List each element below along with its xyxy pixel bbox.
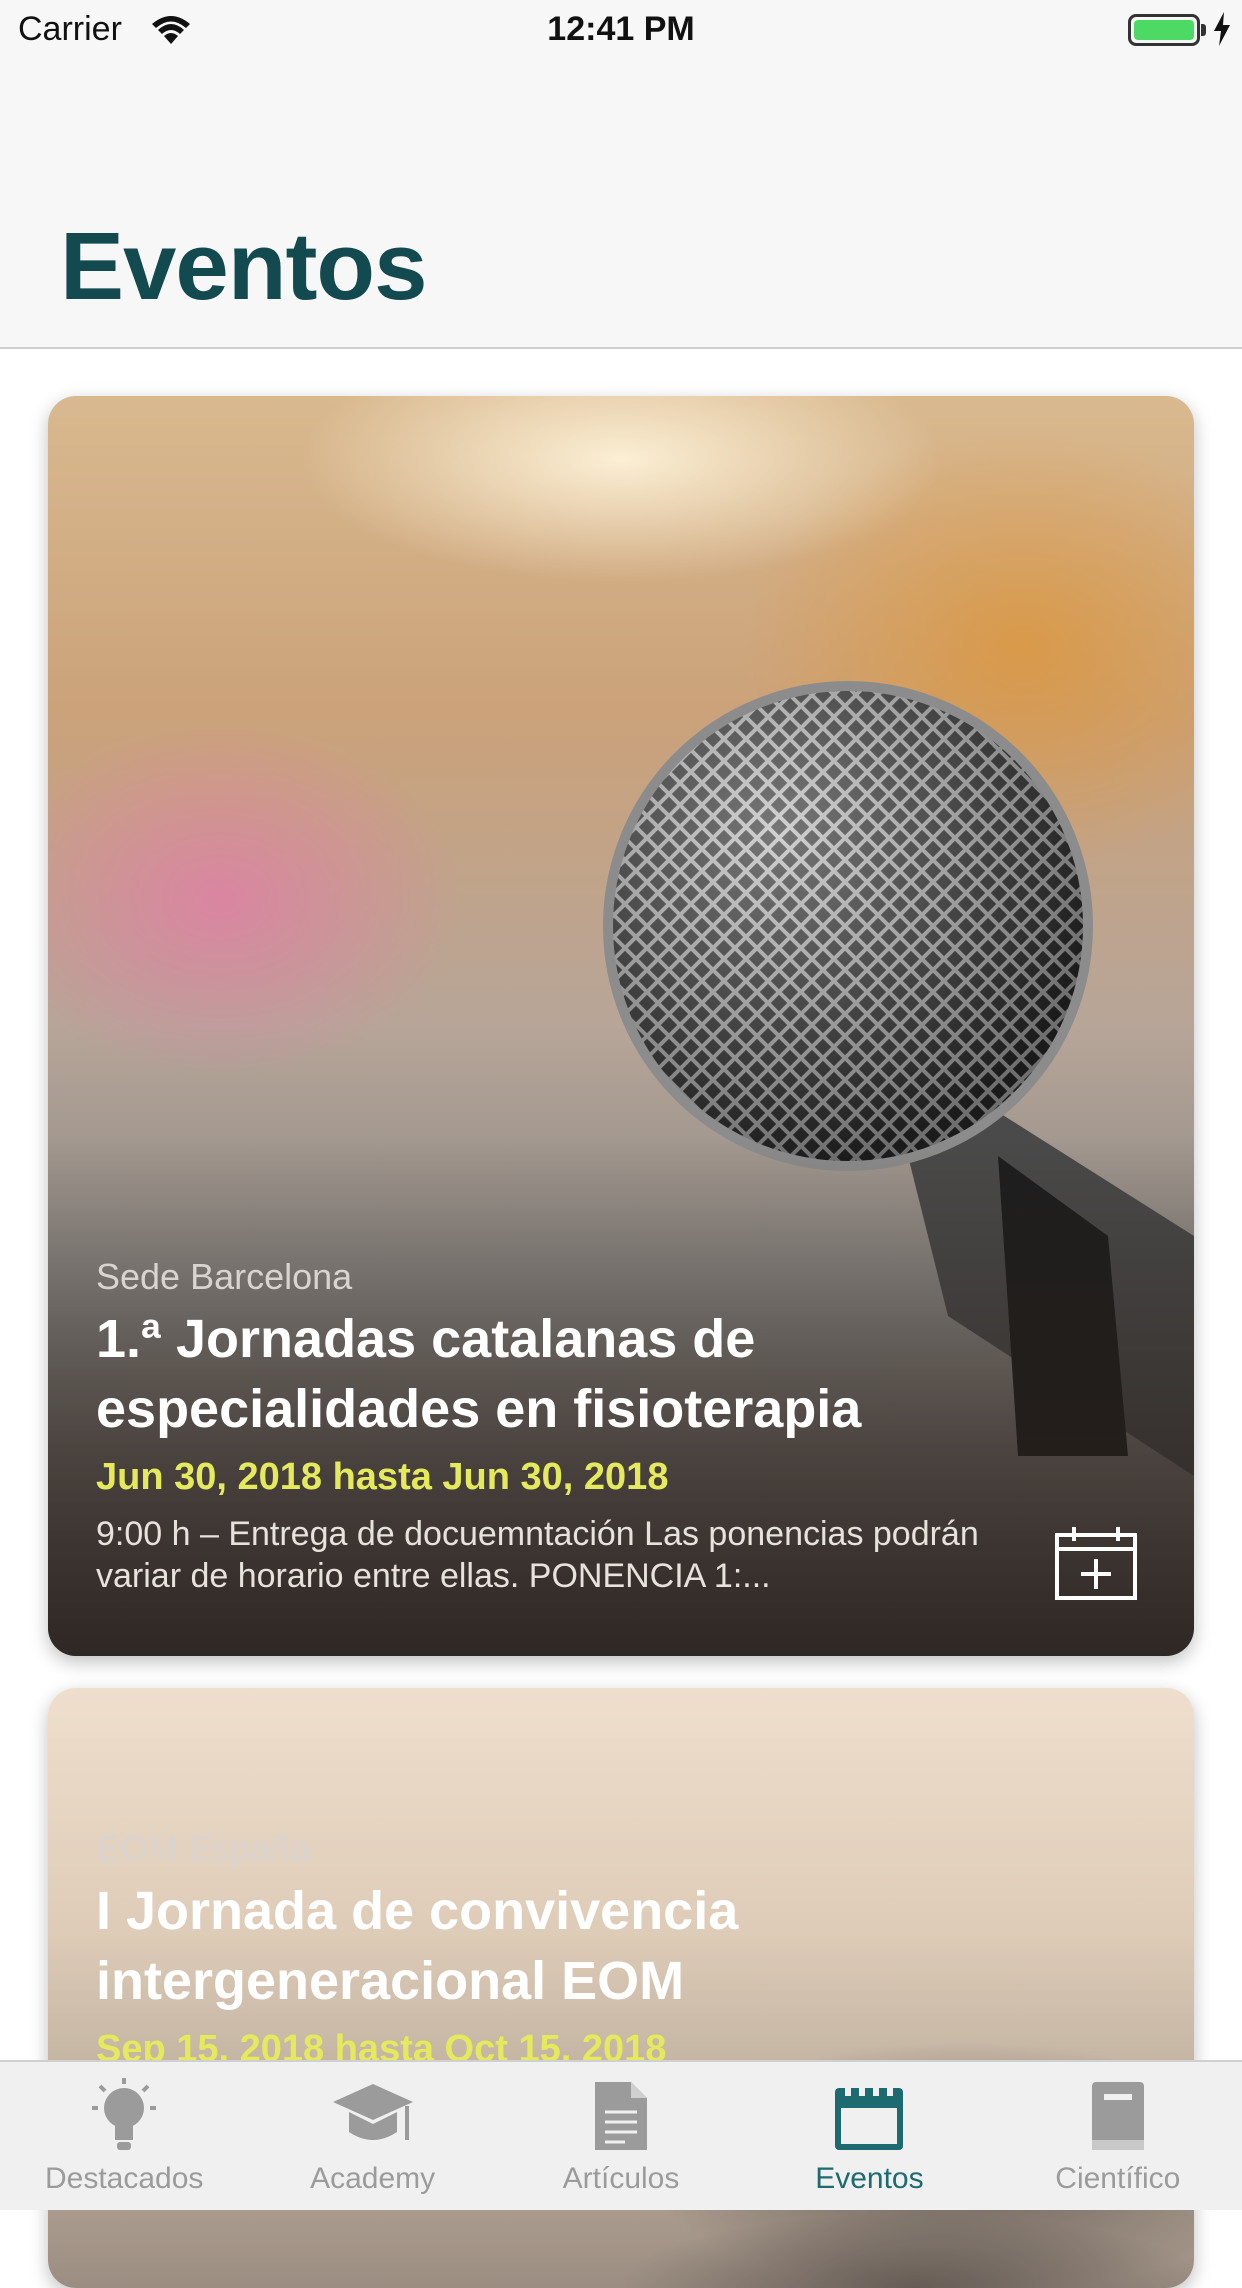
battery-tip: [1201, 24, 1206, 36]
event-card[interactable]: Sede Barcelona 1.ª Jornadas catalanas de…: [48, 396, 1194, 1656]
status-bar: Carrier 12:41 PM: [0, 0, 1242, 62]
page-title: Eventos: [60, 213, 427, 320]
graduation-cap-icon: [332, 2084, 413, 2140]
tab-label: Artículos: [562, 2162, 680, 2195]
event-title: I Jornada de convivencia intergeneracion…: [96, 1881, 739, 2011]
tab-bar: Destacados Academy Artículos Eventos Cie…: [0, 2060, 1242, 2210]
navigation-header: Eventos: [0, 62, 1242, 349]
calendar-icon: [835, 2080, 904, 2150]
tab-academy[interactable]: Academy: [248, 2062, 496, 2210]
event-location: EOM España: [96, 1828, 311, 1869]
event-dates: Jun 30, 2018 hasta Jun 30, 2018: [96, 1456, 669, 1498]
status-time: 12:41 PM: [547, 10, 695, 48]
tab-destacados[interactable]: Destacados: [0, 2062, 248, 2210]
document-icon: [595, 2082, 648, 2150]
lightbulb-icon: [92, 2078, 157, 2150]
tab-label: Científico: [1055, 2162, 1181, 2195]
event-card-content: EOM España I Jornada de convivencia inte…: [96, 1828, 1146, 2071]
tab-eventos[interactable]: Eventos: [745, 2062, 993, 2210]
book-icon: [1091, 2082, 1144, 2150]
add-to-calendar-icon[interactable]: [1054, 1525, 1138, 1606]
charging-icon: [1212, 12, 1232, 55]
tab-articulos[interactable]: Artículos: [497, 2062, 745, 2210]
tab-label: Destacados: [44, 2162, 204, 2195]
tab-label: Academy: [310, 2162, 436, 2195]
event-location: Sede Barcelona: [96, 1256, 353, 1297]
tab-cientifico[interactable]: Científico: [994, 2062, 1242, 2210]
event-title: 1.ª Jornadas catalanas de especialidades…: [96, 1309, 862, 1439]
battery-icon: [1128, 14, 1200, 46]
event-card-content: Sede Barcelona 1.ª Jornadas catalanas de…: [96, 1256, 1146, 1597]
tab-label: Eventos: [815, 2162, 924, 2195]
event-description: 9:00 h – Entrega de docuemntación Las po…: [96, 1515, 979, 1595]
